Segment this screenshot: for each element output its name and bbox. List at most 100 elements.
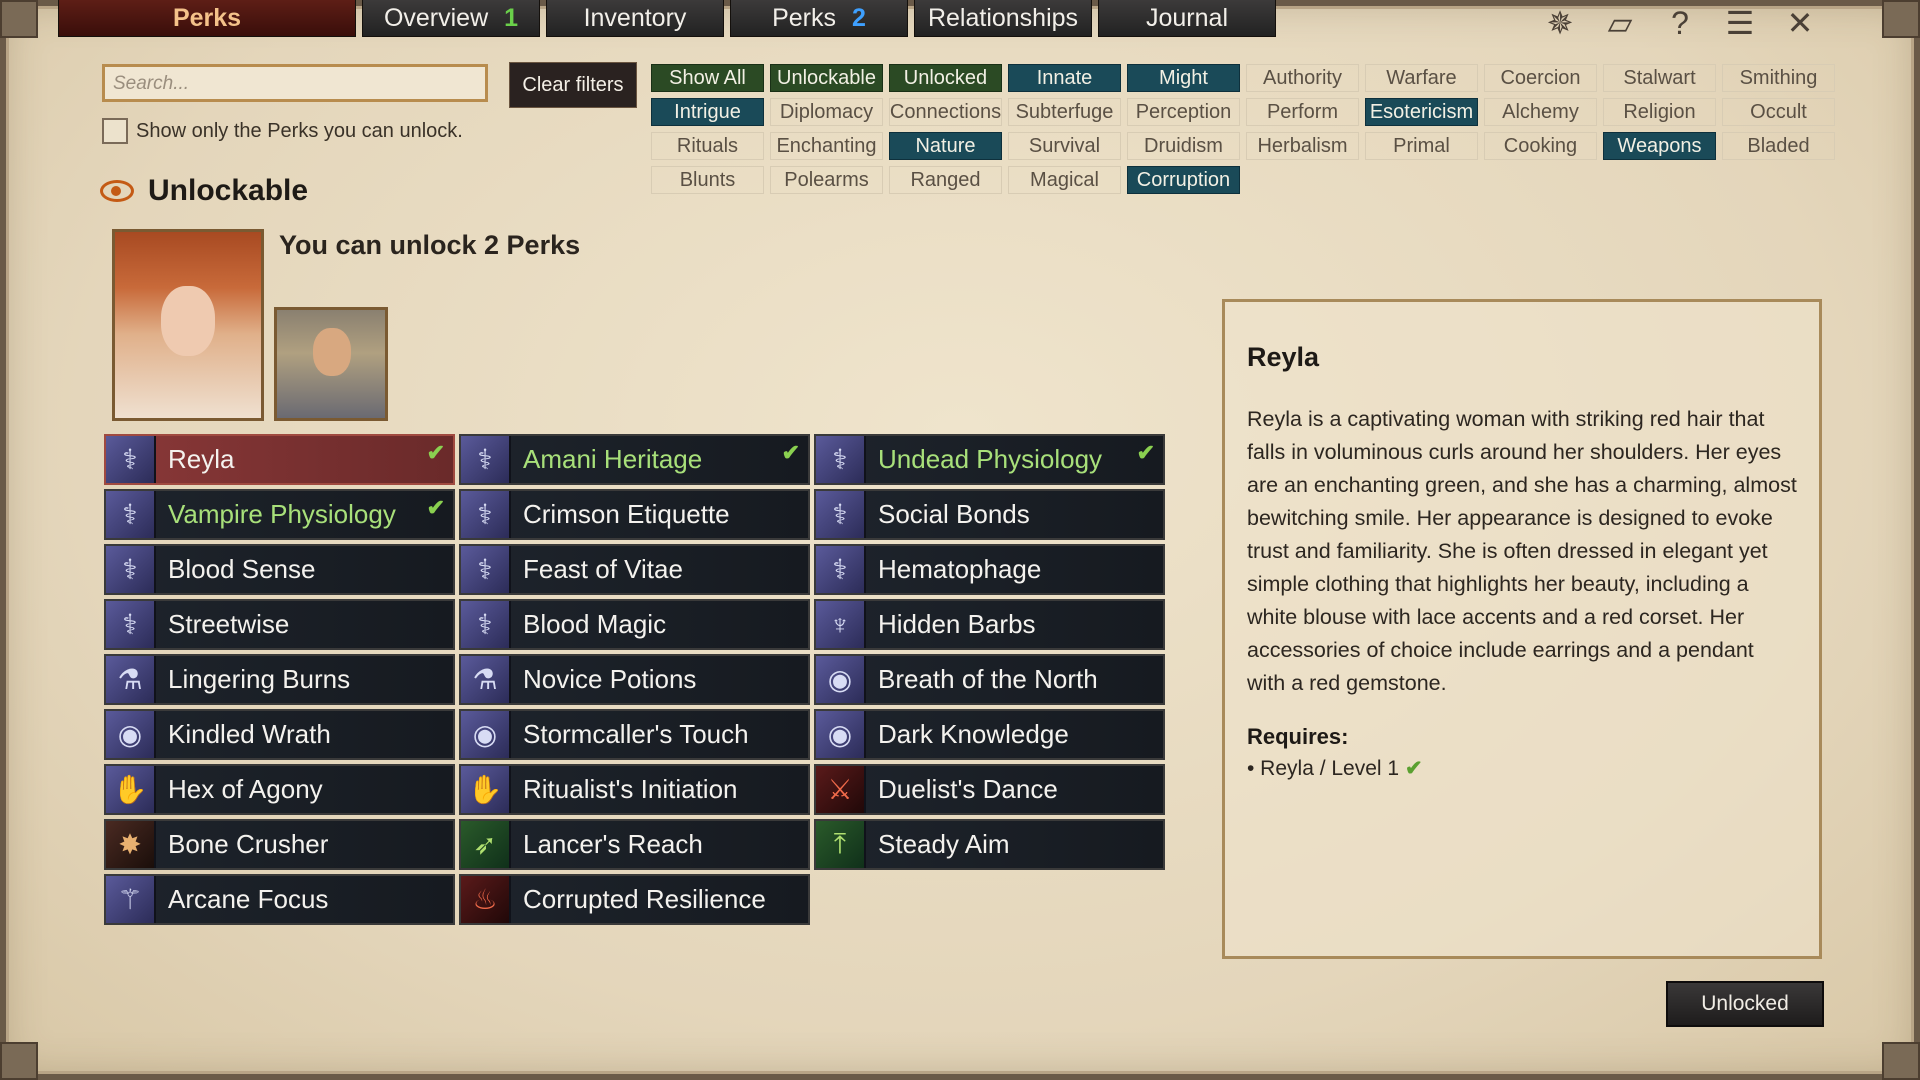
- perk-label: Hematophage: [878, 554, 1042, 584]
- dna-icon: ⚕: [816, 491, 866, 538]
- perk-label: Kindled Wrath: [168, 719, 331, 749]
- filter-perception[interactable]: Perception: [1127, 98, 1240, 126]
- corruption-icon: ♨: [461, 876, 511, 923]
- perk-arcane-focus[interactable]: ⚚ Arcane Focus: [104, 874, 455, 925]
- perk-lancer-s-reach[interactable]: ➶ Lancer's Reach: [459, 819, 810, 870]
- tab-label: Overview: [383, 3, 489, 32]
- filter-esotericism[interactable]: Esotericism: [1365, 98, 1478, 126]
- tab-journal[interactable]: Journal: [1098, 0, 1276, 37]
- dna-icon: ⚕: [461, 436, 511, 483]
- close-icon[interactable]: ✕: [1780, 5, 1820, 41]
- perk-label: Undead Physiology: [878, 444, 1103, 474]
- banner-icon[interactable]: ✵: [1540, 5, 1580, 41]
- filter-alchemy[interactable]: Alchemy: [1484, 98, 1597, 126]
- perk-breath-of-the-north[interactable]: ◉ Breath of the North: [814, 654, 1165, 705]
- filter-religion[interactable]: Religion: [1603, 98, 1716, 126]
- only-unlockable-toggle[interactable]: Show only the Perks you can unlock.: [102, 118, 463, 144]
- perk-ritualist-s-initiation[interactable]: ✋ Ritualist's Initiation: [459, 764, 810, 815]
- staff-icon: ⚚: [106, 876, 156, 923]
- perk-bone-crusher[interactable]: ✸ Bone Crusher: [104, 819, 455, 870]
- filter-perform[interactable]: Perform: [1246, 98, 1359, 126]
- perk-blood-sense[interactable]: ⚕ Blood Sense: [104, 544, 455, 595]
- perk-label: Bone Crusher: [168, 829, 329, 859]
- character-portrait-reyla[interactable]: [112, 229, 264, 421]
- filter-show-all[interactable]: Show All: [651, 64, 764, 92]
- filter-subterfuge[interactable]: Subterfuge: [1008, 98, 1121, 126]
- perk-duelist-s-dance[interactable]: ⚔ Duelist's Dance: [814, 764, 1165, 815]
- perk-steady-aim[interactable]: ⤒ Steady Aim: [814, 819, 1165, 870]
- requirement-text: • Reyla / Level 1: [1247, 757, 1400, 780]
- perk-blood-magic[interactable]: ⚕ Blood Magic: [459, 599, 810, 650]
- perk-kindled-wrath[interactable]: ◉ Kindled Wrath: [104, 709, 455, 760]
- perk-social-bonds[interactable]: ⚕ Social Bonds: [814, 489, 1165, 540]
- filter-unlockable[interactable]: Unlockable: [770, 64, 883, 92]
- dna-icon: ⚕: [816, 546, 866, 593]
- unlocked-status-button[interactable]: Unlocked: [1666, 981, 1824, 1027]
- filter-magical[interactable]: Magical: [1008, 166, 1121, 194]
- filter-might[interactable]: Might: [1127, 64, 1240, 92]
- perk-streetwise[interactable]: ⚕ Streetwise: [104, 599, 455, 650]
- clear-filters-button[interactable]: Clear filters: [509, 62, 637, 108]
- menu-icon[interactable]: ☰: [1720, 5, 1760, 41]
- filter-smithing[interactable]: Smithing: [1722, 64, 1835, 92]
- perk-label: Hex of Agony: [168, 774, 323, 804]
- dna-icon: ⚕: [106, 601, 156, 648]
- filter-nature[interactable]: Nature: [889, 132, 1002, 160]
- perk-amani-heritage[interactable]: ⚕ Amani Heritage ✔: [459, 434, 810, 485]
- dna-icon: ⚕: [106, 491, 156, 538]
- perk-label: Amani Heritage: [523, 444, 703, 474]
- filter-blunts[interactable]: Blunts: [651, 166, 764, 194]
- filter-ranged[interactable]: Ranged: [889, 166, 1002, 194]
- potion-icon: ⚗: [106, 656, 156, 703]
- perk-corrupted-resilience[interactable]: ♨ Corrupted Resilience: [459, 874, 810, 925]
- perk-feast-of-vitae[interactable]: ⚕ Feast of Vitae: [459, 544, 810, 595]
- perk-label: Lingering Burns: [168, 664, 351, 694]
- perk-stormcaller-s-touch[interactable]: ◉ Stormcaller's Touch: [459, 709, 810, 760]
- perk-hidden-barbs[interactable]: ♆ Hidden Barbs: [814, 599, 1165, 650]
- filter-unlocked[interactable]: Unlocked: [889, 64, 1002, 92]
- filter-primal[interactable]: Primal: [1365, 132, 1478, 160]
- filter-weapons[interactable]: Weapons: [1603, 132, 1716, 160]
- filter-diplomacy[interactable]: Diplomacy: [770, 98, 883, 126]
- filter-stalwart[interactable]: Stalwart: [1603, 64, 1716, 92]
- perk-hex-of-agony[interactable]: ✋ Hex of Agony: [104, 764, 455, 815]
- filter-intrigue[interactable]: Intrigue: [651, 98, 764, 126]
- frame-corner: [0, 0, 38, 38]
- filter-coercion[interactable]: Coercion: [1484, 64, 1597, 92]
- filter-cooking[interactable]: Cooking: [1484, 132, 1597, 160]
- checkbox[interactable]: [102, 118, 128, 144]
- perk-hematophage[interactable]: ⚕ Hematophage: [814, 544, 1165, 595]
- perk-vampire-physiology[interactable]: ⚕ Vampire Physiology ✔: [104, 489, 455, 540]
- perk-undead-physiology[interactable]: ⚕ Undead Physiology ✔: [814, 434, 1165, 485]
- perk-lingering-burns[interactable]: ⚗ Lingering Burns: [104, 654, 455, 705]
- perk-crimson-etiquette[interactable]: ⚕ Crimson Etiquette: [459, 489, 810, 540]
- search-input[interactable]: Search...: [102, 64, 488, 102]
- filter-bladed[interactable]: Bladed: [1722, 132, 1835, 160]
- tab-relationships[interactable]: Relationships: [914, 0, 1092, 37]
- filter-rituals[interactable]: Rituals: [651, 132, 764, 160]
- perk-dark-knowledge[interactable]: ◉ Dark Knowledge: [814, 709, 1165, 760]
- filter-authority[interactable]: Authority: [1246, 64, 1359, 92]
- ritual-hand-icon: ✋: [106, 766, 156, 813]
- tab-inventory[interactable]: Inventory: [546, 0, 724, 37]
- filter-corruption[interactable]: Corruption: [1127, 166, 1240, 194]
- filter-survival[interactable]: Survival: [1008, 132, 1121, 160]
- filter-herbalism[interactable]: Herbalism: [1246, 132, 1359, 160]
- perk-novice-potions[interactable]: ⚗ Novice Potions: [459, 654, 810, 705]
- dna-icon: ⚕: [461, 546, 511, 593]
- filter-enchanting[interactable]: Enchanting: [770, 132, 883, 160]
- filter-occult[interactable]: Occult: [1722, 98, 1835, 126]
- tab-overview[interactable]: Overview 1: [362, 0, 540, 37]
- perk-reyla[interactable]: ⚕ Reyla ✔: [104, 434, 455, 485]
- help-icon[interactable]: ?: [1660, 5, 1700, 41]
- map-icon[interactable]: ▱: [1600, 5, 1640, 41]
- filter-druidism[interactable]: Druidism: [1127, 132, 1240, 160]
- bow-icon: ⤒: [816, 821, 866, 868]
- filter-connections[interactable]: Connections: [889, 98, 1002, 126]
- tab-perks[interactable]: Perks 2: [730, 0, 908, 37]
- filter-polearms[interactable]: Polearms: [770, 166, 883, 194]
- filter-warfare[interactable]: Warfare: [1365, 64, 1478, 92]
- potion-icon: ⚗: [461, 656, 511, 703]
- character-portrait-knight[interactable]: [274, 307, 388, 421]
- filter-innate[interactable]: Innate: [1008, 64, 1121, 92]
